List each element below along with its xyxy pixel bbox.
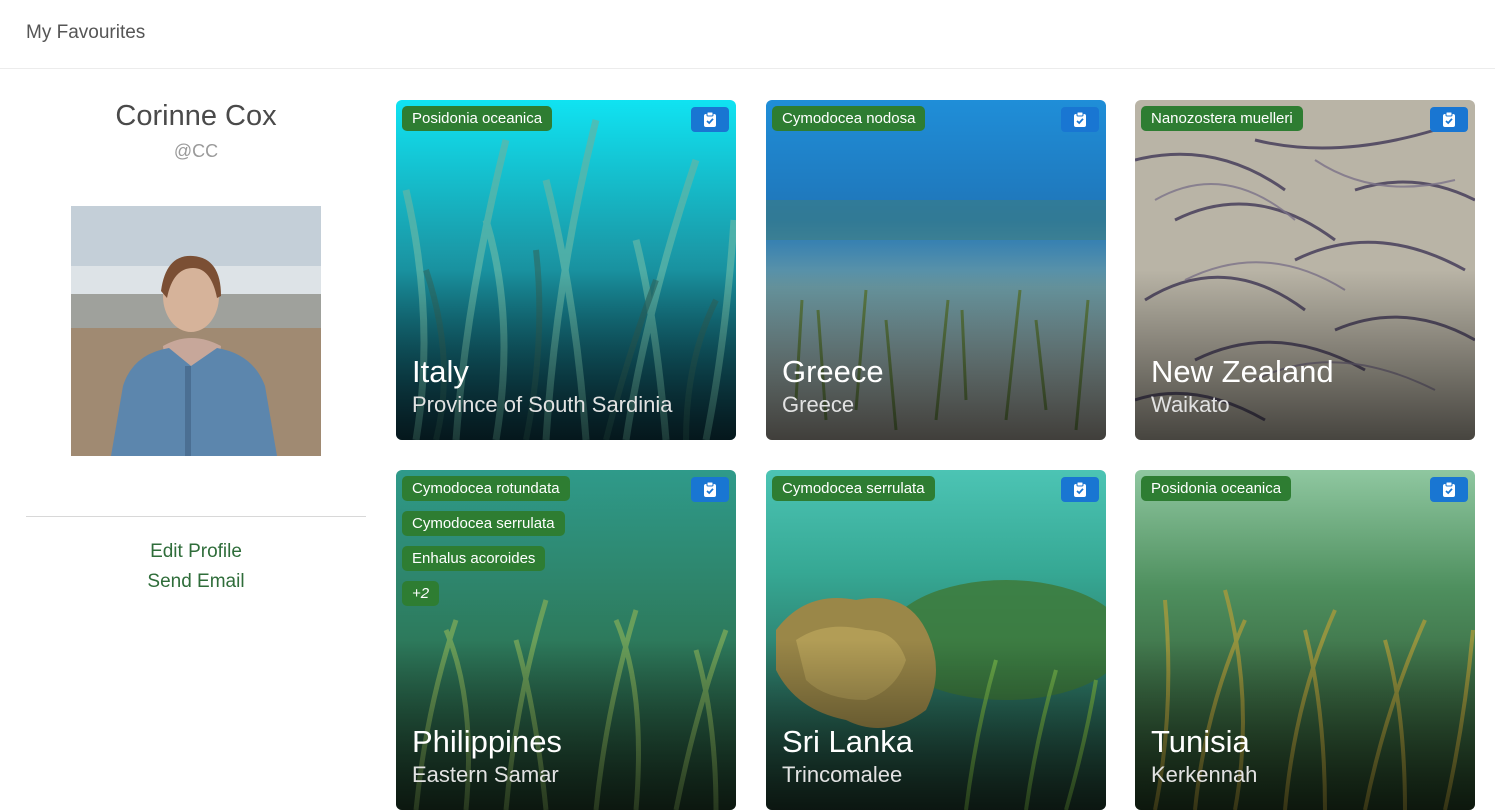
favourite-card-sri-lanka[interactable]: Cymodocea serrulata Sri Lanka Trincomale… xyxy=(766,470,1106,810)
favourite-card-philippines[interactable]: Cymodocea rotundata Cymodocea serrulata … xyxy=(396,470,736,810)
card-country: Italy xyxy=(412,354,469,389)
favourite-card-greece[interactable]: Cymodocea nodosa Greece Greece xyxy=(766,100,1106,440)
send-email-link[interactable]: Send Email xyxy=(26,571,366,593)
species-tag[interactable]: Cymodocea nodosa xyxy=(772,106,926,131)
card-country: Philippines xyxy=(412,724,562,759)
favourite-card-new-zealand[interactable]: Nanozostera muelleri New Zealand Waikato xyxy=(1135,100,1475,440)
species-tag[interactable]: Cymodocea rotundata xyxy=(402,476,570,501)
favourite-card-italy[interactable]: Posidonia oceanica Italy Province of Sou… xyxy=(396,100,736,440)
species-tags: Posidonia oceanica xyxy=(402,106,553,141)
card-region: Waikato xyxy=(1151,392,1230,417)
card-region: Province of South Sardinia xyxy=(412,392,673,417)
clipboard-check-icon xyxy=(1074,481,1086,497)
card-region: Kerkennah xyxy=(1151,762,1258,787)
user-name: Corinne Cox xyxy=(115,100,277,132)
clipboard-check-icon xyxy=(1443,111,1455,127)
clipboard-check-icon xyxy=(704,111,716,127)
clipboard-check-icon xyxy=(704,481,716,497)
favourite-card-tunisia[interactable]: Posidonia oceanica Tunisia Kerkennah xyxy=(1135,470,1475,810)
clipboard-button[interactable] xyxy=(691,477,729,502)
card-country: New Zealand xyxy=(1151,354,1334,389)
species-tags: Nanozostera muelleri xyxy=(1141,106,1303,141)
species-tags: Posidonia oceanica xyxy=(1141,476,1292,511)
sidebar-divider xyxy=(26,516,366,517)
top-bar: My Favourites xyxy=(0,0,1495,69)
species-tag[interactable]: Cymodocea serrulata xyxy=(772,476,935,501)
card-region: Eastern Samar xyxy=(412,762,559,787)
clipboard-button[interactable] xyxy=(1430,477,1468,502)
clipboard-check-icon xyxy=(1443,481,1455,497)
species-tag[interactable]: Posidonia oceanica xyxy=(1141,476,1292,501)
species-tag[interactable]: Nanozostera muelleri xyxy=(1141,106,1303,131)
card-country: Greece xyxy=(782,354,884,389)
species-tag[interactable]: Posidonia oceanica xyxy=(402,106,553,131)
clipboard-check-icon xyxy=(1074,111,1086,127)
avatar-photo xyxy=(71,206,321,456)
card-region: Greece xyxy=(782,392,855,417)
clipboard-button[interactable] xyxy=(691,107,729,132)
card-region: Trincomalee xyxy=(782,762,903,787)
species-tags: Cymodocea nodosa xyxy=(772,106,926,141)
clipboard-button[interactable] xyxy=(1430,107,1468,132)
card-country: Tunisia xyxy=(1151,724,1250,759)
edit-profile-link[interactable]: Edit Profile xyxy=(26,541,366,563)
page-title: My Favourites xyxy=(26,22,146,43)
species-tag[interactable]: Enhalus acoroides xyxy=(402,546,546,571)
clipboard-button[interactable] xyxy=(1061,477,1099,502)
species-tags: Cymodocea rotundata Cymodocea serrulata … xyxy=(402,476,570,616)
species-tag[interactable]: Cymodocea serrulata xyxy=(402,511,565,536)
user-handle: @CC xyxy=(173,141,219,161)
card-country: Sri Lanka xyxy=(782,724,913,759)
clipboard-button[interactable] xyxy=(1061,107,1099,132)
avatar xyxy=(71,206,321,456)
species-tags: Cymodocea serrulata xyxy=(772,476,935,511)
more-tags-badge[interactable]: +2 xyxy=(402,581,440,606)
